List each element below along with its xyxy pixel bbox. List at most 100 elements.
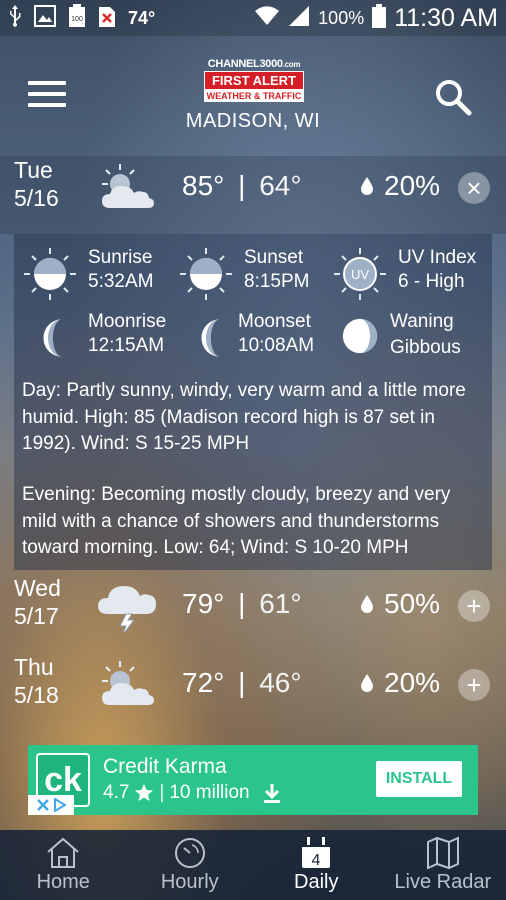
thunderstorm-icon [98,586,156,632]
day-row-tue[interactable]: Tue 5/16 85° | 64° 20% × [0,156,506,234]
logo-channel-suffix: .com [282,60,301,69]
raindrop-icon [361,595,373,613]
moonset-info: Moonset 10:08AM [186,310,336,370]
logo-subtitle: WEATHER & TRAFFIC [204,90,304,102]
calendar-icon: 4 [302,837,331,869]
battery-percent: 100% [318,7,365,28]
high-temp: 72° [182,667,225,698]
image-icon [34,4,56,32]
nav-live-radar-label: Live Radar [394,871,492,893]
moonrise-icon [43,319,63,357]
moon-phase-info: Waning Gibbous [340,310,490,370]
app-header: CHANNEL3000.com FIRST ALERT WEATHER & TR… [0,36,506,146]
sunset-icon [180,248,232,300]
temp-separator: | [238,170,246,201]
ad-subtitle: 4.7 | 10 million [103,782,283,804]
sunset-value: 8:15PM [244,271,310,292]
wifi-icon [254,5,280,32]
nav-home[interactable]: Home [0,830,127,900]
partly-sunny-icon [102,164,154,208]
ad-divider: | [159,782,165,803]
moonrise-value: 12:15AM [88,335,165,356]
sunset-info: Sunset 8:15PM [178,246,328,306]
partly-sunny-icon [102,661,154,705]
download-icon [263,784,280,803]
day-name: Thu [14,654,54,680]
ad-banner[interactable]: ck Credit Karma 4.7 | 10 million INSTALL [28,745,478,815]
precip-chance: 20% [360,667,440,699]
precip-value: 20% [384,170,441,201]
day-row-thu[interactable]: Thu 5/18 72° | 46° 20% + [0,653,506,731]
precip-chance: 50% [360,588,440,620]
home-icon [47,837,79,868]
signal-icon [288,5,310,32]
uv-index-value: 6 - High [398,271,465,292]
ad-choices-badge[interactable] [28,795,74,815]
install-button[interactable]: INSTALL [376,761,462,797]
collapse-button[interactable]: × [458,172,490,204]
star-icon [135,784,154,801]
temp-separator: | [238,588,246,619]
ad-rating: 4.7 [103,782,130,803]
temperature-range: 79° | 61° [182,588,302,620]
raindrop-icon [361,177,373,195]
waning-gibbous-moon-icon [342,318,378,354]
battery-100-icon: 100 [68,3,86,33]
day-row-wed[interactable]: Wed 5/17 79° | 61° 50% + [0,574,506,652]
nav-hourly[interactable]: Hourly [127,830,254,900]
menu-button[interactable] [28,81,66,111]
nav-hourly-label: Hourly [160,871,219,893]
raindrop-icon [361,674,373,692]
status-time: 11:30 AM [394,3,498,32]
low-temp: 64° [259,170,302,201]
day-date: 5/16 [14,185,59,211]
moonset-icon [201,319,221,357]
svg-text:100: 100 [71,16,83,23]
menu-icon-bar [28,92,66,96]
low-temp: 61° [259,588,302,619]
moonset-label: Moonset [238,311,311,332]
menu-icon-bar [28,81,66,85]
day-forecast-text: Day: Partly sunny, windy, very warm and … [22,380,466,454]
temp-separator: | [238,667,246,698]
day-name: Tue [14,157,53,183]
channel3000-logo: CHANNEL3000.com FIRST ALERT WEATHER & TR… [204,58,304,108]
nav-home-label: Home [36,871,90,893]
logo-channel-text: CHANNEL3000 [207,58,283,70]
nav-live-radar[interactable]: Live Radar [380,830,506,900]
day-detail-panel: Sunrise 5:32AM Sunset 8:15PM UV UV Index… [14,234,492,570]
sunrise-label: Sunrise [88,247,153,268]
close-x-icon [37,799,49,811]
sunrise-info: Sunrise 5:32AM [22,246,172,306]
status-bar: 100 74° 100% 11:30 AM [0,0,506,36]
map-icon [426,836,459,870]
precip-value: 20% [384,667,441,698]
expand-button[interactable]: + [458,669,490,701]
ad-installs: 10 million [169,782,250,803]
moonrise-info: Moonrise 12:15AM [28,310,178,370]
low-temp: 46° [259,667,302,698]
uv-index-icon: UV [334,248,386,300]
svg-text:UV: UV [351,267,369,282]
precip-chance: 20% [360,170,440,202]
uv-index-info: UV UV Index 6 - High [332,246,482,306]
precip-value: 50% [384,588,441,619]
clock-icon [174,838,205,868]
temperature-range: 85° | 64° [182,170,302,202]
moonset-value: 10:08AM [238,335,315,356]
moon-phase-line1: Waning [390,311,454,332]
uv-index-label: UV Index [398,247,477,268]
ad-choices-icon [54,798,66,812]
high-temp: 79° [182,588,225,619]
ad-title: Credit Karma [103,755,227,778]
nav-daily-label: Daily [294,871,339,893]
high-temp: 85° [182,170,225,201]
location-label: MADISON, WI [185,110,321,132]
evening-forecast-text: Evening: Becoming mostly cloudy, breezy … [22,484,451,558]
nav-daily[interactable]: 4 Daily [253,830,380,900]
svg-text:4: 4 [312,852,321,869]
moon-phase-line2: Gibbous [390,337,461,358]
expand-button[interactable]: + [458,590,490,622]
moonrise-label: Moonrise [88,311,167,332]
bottom-navigation: Home Hourly 4 Daily Live Radar [0,830,506,900]
